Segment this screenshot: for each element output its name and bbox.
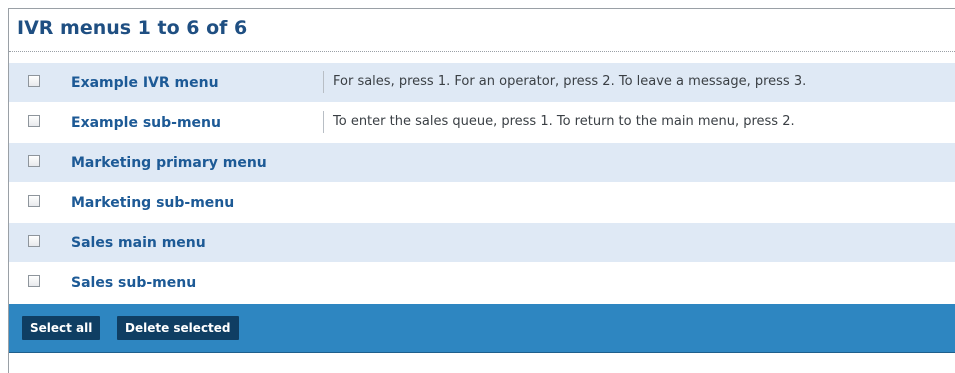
ivr-menu-name-link[interactable]: Example IVR menu	[71, 75, 219, 91]
row-checkbox[interactable]	[28, 115, 40, 127]
action-bar: Select all Delete selected	[9, 304, 955, 353]
row-checkbox[interactable]	[28, 275, 40, 287]
table-row: Marketing sub-menu	[9, 183, 955, 223]
ivr-menu-name-link[interactable]: Sales sub-menu	[71, 275, 196, 291]
ivr-menu-panel: IVR menus 1 to 6 of 6 Example IVR menu F…	[8, 8, 955, 373]
table-row: Example IVR menu For sales, press 1. For…	[9, 63, 955, 103]
ivr-menu-list: Example IVR menu For sales, press 1. For…	[9, 63, 955, 303]
delete-selected-button[interactable]: Delete selected	[117, 316, 239, 340]
row-checkbox[interactable]	[28, 235, 40, 247]
ivr-menu-name-link[interactable]: Marketing sub-menu	[71, 195, 234, 211]
row-checkbox[interactable]	[28, 195, 40, 207]
table-row: Sales main menu	[9, 223, 955, 263]
ivr-menu-name-link[interactable]: Example sub-menu	[71, 115, 221, 131]
ivr-menu-name-link[interactable]: Marketing primary menu	[71, 155, 267, 171]
ivr-menu-description: To enter the sales queue, press 1. To re…	[323, 111, 795, 133]
select-all-button[interactable]: Select all	[22, 316, 101, 340]
table-row: Example sub-menu To enter the sales queu…	[9, 103, 955, 143]
ivr-menu-name-link[interactable]: Sales main menu	[71, 235, 206, 251]
row-checkbox[interactable]	[28, 75, 40, 87]
page-title: IVR menus 1 to 6 of 6	[17, 17, 248, 39]
table-row: Marketing primary menu	[9, 143, 955, 183]
row-checkbox[interactable]	[28, 155, 40, 167]
panel-header: IVR menus 1 to 6 of 6	[9, 9, 955, 52]
table-row: Sales sub-menu	[9, 263, 955, 303]
ivr-menu-description: For sales, press 1. For an operator, pre…	[323, 71, 806, 93]
